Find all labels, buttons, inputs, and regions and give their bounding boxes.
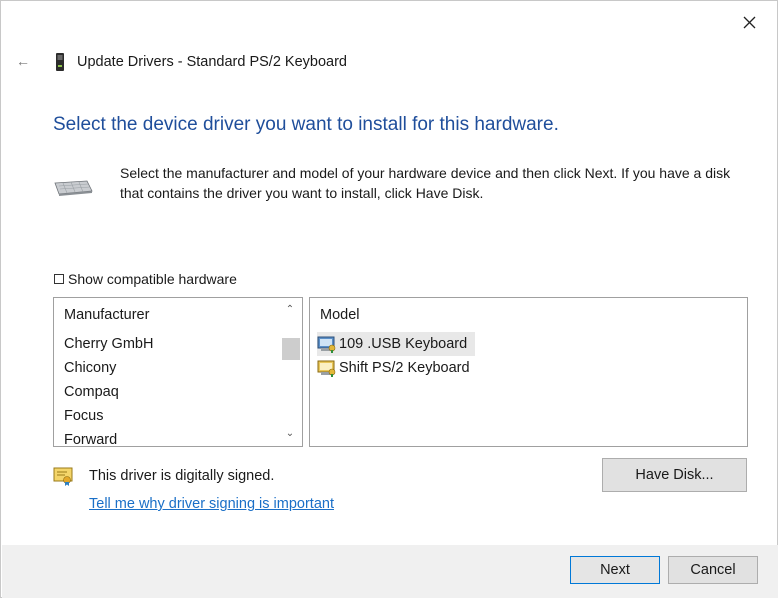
- model-list[interactable]: Model 109 .USB Keyboard Shift PS/2 Keybo…: [309, 297, 748, 447]
- manufacturer-item[interactable]: Chicony: [54, 356, 302, 380]
- back-arrow-icon: ←: [16, 53, 30, 69]
- manufacturer-item[interactable]: Compaq: [54, 380, 302, 404]
- manufacturer-item[interactable]: Forward: [54, 428, 302, 446]
- back-button[interactable]: ←: [13, 51, 33, 71]
- window-title-row: Update Drivers - Standard PS/2 Keyboard: [55, 52, 347, 72]
- certificate-icon: [53, 467, 73, 486]
- next-button[interactable]: Next: [570, 556, 660, 584]
- manufacturer-scrollbar[interactable]: ⌃ ⌄: [278, 298, 302, 446]
- dialog-footer: [2, 545, 778, 598]
- driver-signed-icon: [317, 360, 336, 377]
- model-list-header: Model: [320, 307, 360, 323]
- manufacturer-item[interactable]: Cherry GmbH: [54, 332, 302, 356]
- driver-signing-link[interactable]: Tell me why driver signing is important: [89, 496, 334, 512]
- scroll-up-icon[interactable]: ⌃: [278, 302, 302, 318]
- page-heading: Select the device driver you want to ins…: [53, 114, 559, 135]
- manufacturer-list-header: Manufacturer: [64, 307, 150, 323]
- manufacturer-item[interactable]: Focus: [54, 404, 302, 428]
- model-item-label: 109 .USB Keyboard: [339, 336, 468, 352]
- window-title: Update Drivers - Standard PS/2 Keyboard: [77, 54, 347, 70]
- model-item-selected[interactable]: 109 .USB Keyboard: [310, 332, 747, 356]
- show-compatible-checkbox-row[interactable]: Show compatible hardware: [54, 271, 237, 287]
- keyboard-icon: [54, 180, 93, 196]
- cancel-button[interactable]: Cancel: [668, 556, 758, 584]
- instructions-text: Select the manufacturer and model of you…: [120, 165, 731, 201]
- signing-status-text: This driver is digitally signed.: [89, 468, 275, 484]
- have-disk-button[interactable]: Have Disk...: [602, 458, 747, 492]
- signing-status: This driver is digitally signed.: [53, 466, 274, 486]
- device-icon: [56, 53, 64, 71]
- manufacturer-list[interactable]: Manufacturer Cherry GmbH Chicony Compaq …: [53, 297, 303, 447]
- show-compatible-checkbox[interactable]: [54, 274, 64, 284]
- close-button[interactable]: [735, 9, 765, 37]
- close-icon: [743, 16, 756, 29]
- driver-signed-icon: [317, 336, 336, 353]
- scroll-down-icon[interactable]: ⌄: [278, 426, 302, 442]
- model-item-label: Shift PS/2 Keyboard: [339, 360, 470, 376]
- show-compatible-label: Show compatible hardware: [68, 271, 237, 287]
- model-item[interactable]: Shift PS/2 Keyboard: [310, 356, 747, 380]
- update-drivers-dialog: ← Update Drivers - Standard PS/2 Keyboar…: [0, 0, 778, 598]
- scrollbar-thumb[interactable]: [282, 338, 300, 360]
